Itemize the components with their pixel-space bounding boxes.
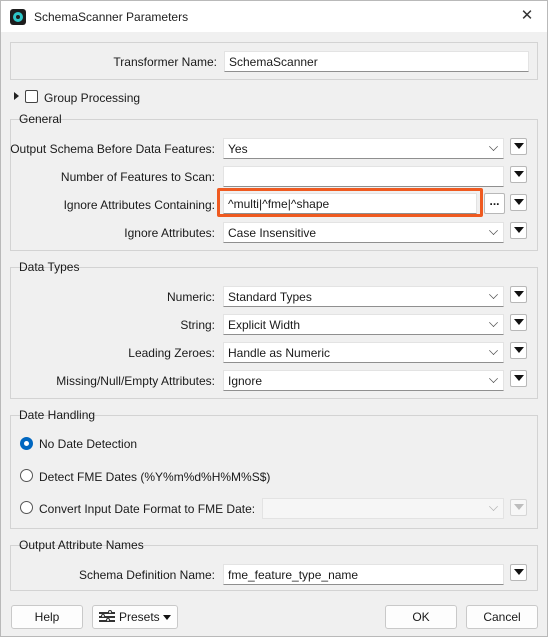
ok-button[interactable]: OK — [385, 605, 457, 629]
missing-menu-button[interactable] — [510, 370, 527, 387]
fme-app-icon — [10, 9, 26, 25]
string-value: Explicit Width — [228, 318, 301, 332]
caret-down-icon — [163, 615, 171, 620]
convert-date-format-label[interactable]: Convert Input Date Format to FME Date: — [39, 502, 255, 516]
sliders-icon — [99, 610, 115, 623]
presets-label: Presets — [119, 610, 160, 624]
chevron-down-icon — [489, 374, 498, 383]
output-schema-label: Output Schema Before Data Features: — [10, 142, 215, 156]
numeric-menu-button[interactable] — [510, 286, 527, 303]
group-processing-label[interactable]: Group Processing — [44, 91, 140, 105]
numeric-select[interactable]: Standard Types — [223, 286, 504, 307]
no-date-detection-label[interactable]: No Date Detection — [39, 437, 137, 451]
leading-zeroes-select[interactable]: Handle as Numeric — [223, 342, 504, 363]
group-processing-expander-icon[interactable] — [14, 92, 19, 100]
convert-date-format-radio[interactable] — [20, 501, 33, 514]
string-select[interactable]: Explicit Width — [223, 314, 504, 335]
missing-label: Missing/Null/Empty Attributes: — [56, 374, 215, 388]
string-label: String: — [180, 318, 215, 332]
chevron-down-icon — [489, 502, 498, 511]
ignore-containing-browse-button[interactable]: ... — [484, 193, 505, 214]
leading-zeroes-label: Leading Zeroes: — [128, 346, 215, 360]
numeric-value: Standard Types — [228, 290, 312, 304]
convert-date-format-select[interactable] — [262, 498, 504, 519]
chevron-down-icon — [489, 346, 498, 355]
chevron-down-icon — [489, 318, 498, 327]
transformer-name-label: Transformer Name: — [113, 55, 217, 69]
ignore-attributes-menu-button[interactable] — [510, 222, 527, 239]
cancel-button[interactable]: Cancel — [466, 605, 538, 629]
presets-button[interactable]: Presets — [92, 605, 178, 629]
num-features-label: Number of Features to Scan: — [60, 170, 215, 184]
ignore-containing-input[interactable]: ^multi|^fme|^shape — [223, 193, 477, 214]
missing-select[interactable]: Ignore — [223, 370, 504, 391]
output-attribute-names-section-title: Output Attribute Names — [19, 538, 144, 552]
transformer-name-panel: Transformer Name: SchemaScanner — [10, 42, 538, 80]
date-handling-section-title: Date Handling — [19, 408, 96, 422]
ignore-containing-label: Ignore Attributes Containing: — [63, 198, 215, 212]
general-section-title: General — [19, 112, 62, 126]
ignore-attributes-value: Case Insensitive — [228, 226, 317, 240]
close-button[interactable]: ✕ — [515, 5, 539, 27]
data-types-section-title: Data Types — [19, 260, 80, 274]
detect-fme-dates-label[interactable]: Detect FME Dates (%Y%m%d%H%M%S$) — [39, 470, 270, 484]
leading-zeroes-value: Handle as Numeric — [228, 346, 331, 360]
chevron-down-icon — [489, 142, 498, 151]
detect-fme-dates-radio[interactable] — [20, 469, 33, 482]
schema-definition-name-label: Schema Definition Name: — [78, 568, 215, 582]
chevron-down-icon — [489, 290, 498, 299]
parameters-dialog: SchemaScanner Parameters ✕ Transformer N… — [0, 0, 548, 637]
numeric-label: Numeric: — [166, 290, 215, 304]
ignore-containing-menu-button[interactable] — [510, 194, 527, 211]
title-bar: SchemaScanner Parameters ✕ — [1, 1, 547, 32]
schema-definition-name-input[interactable]: fme_feature_type_name — [223, 564, 504, 585]
help-button[interactable]: Help — [11, 605, 83, 629]
output-schema-value: Yes — [228, 142, 248, 156]
transformer-name-input[interactable]: SchemaScanner — [224, 51, 529, 72]
output-schema-select[interactable]: Yes — [223, 138, 504, 159]
group-processing-checkbox[interactable] — [25, 90, 38, 103]
chevron-down-icon — [489, 226, 498, 235]
leading-zeroes-menu-button[interactable] — [510, 342, 527, 359]
convert-date-format-menu-button[interactable] — [510, 499, 527, 516]
no-date-detection-radio[interactable] — [20, 437, 33, 450]
num-features-menu-button[interactable] — [510, 166, 527, 183]
output-schema-menu-button[interactable] — [510, 138, 527, 155]
window-title: SchemaScanner Parameters — [34, 10, 189, 24]
missing-value: Ignore — [228, 374, 263, 388]
schema-definition-name-menu-button[interactable] — [510, 564, 527, 581]
ignore-attributes-label: Ignore Attributes: — [124, 226, 215, 240]
num-features-input[interactable] — [223, 166, 504, 187]
ignore-attributes-select[interactable]: Case Insensitive — [223, 222, 504, 243]
string-menu-button[interactable] — [510, 314, 527, 331]
